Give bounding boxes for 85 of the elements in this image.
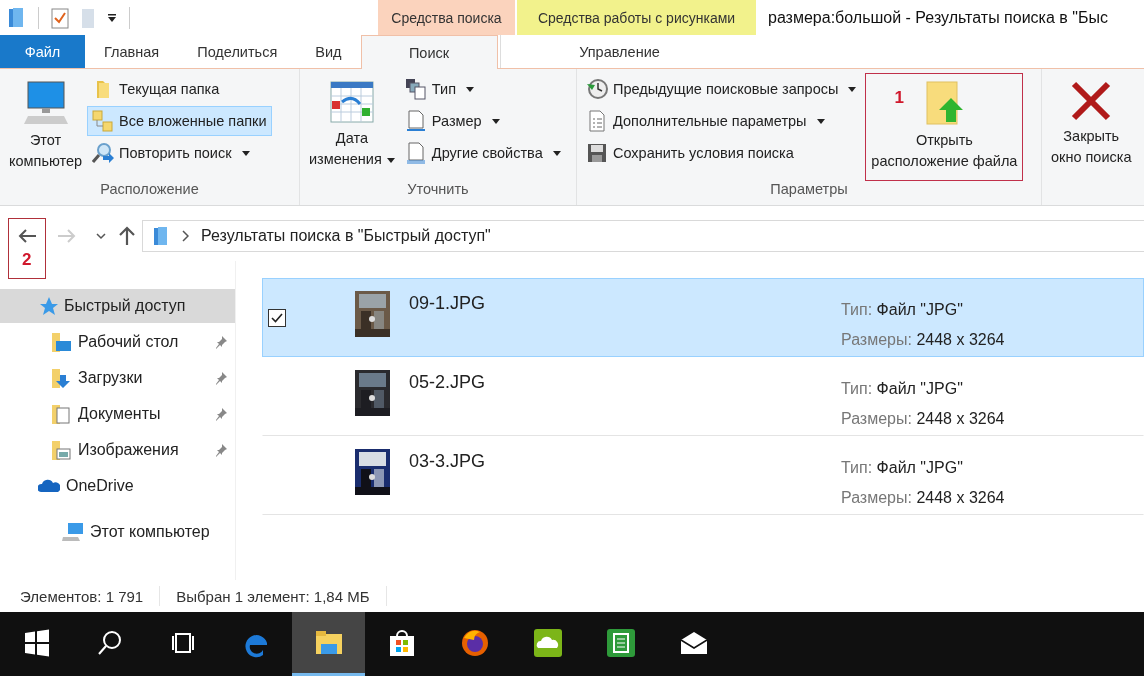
- properties-icon: [405, 142, 426, 164]
- file-name: 03-3.JPG: [409, 451, 487, 472]
- ribbon-button[interactable]: Другие свойства: [399, 138, 566, 168]
- ribbon-button[interactable]: Все вложенные папки: [87, 106, 272, 136]
- property-label: Тип:: [841, 459, 873, 476]
- computer-icon: [23, 80, 68, 126]
- nav-item[interactable]: OneDrive: [0, 469, 235, 503]
- computer-icon: [62, 522, 84, 542]
- folder-icon: [50, 403, 72, 425]
- file-name: 05-2.JPG: [409, 372, 487, 393]
- property-label: Размеры:: [841, 489, 912, 506]
- nav-item[interactable]: Документы: [0, 397, 235, 431]
- folder-icon: [50, 331, 72, 353]
- group-label: Уточнить: [406, 181, 470, 199]
- property-value: 2448 x 3264: [916, 410, 1005, 427]
- chevron-right-icon: [181, 230, 189, 242]
- context-tab-header: Средства поиска: [378, 0, 515, 35]
- property-label: Размеры:: [841, 331, 912, 348]
- ribbon-button[interactable]: Повторить поиск: [87, 138, 272, 168]
- ribbon-tab[interactable]: Поиск: [360, 35, 498, 69]
- property-value: 2448 x 3264: [916, 489, 1005, 506]
- checkbox[interactable]: [268, 309, 286, 327]
- ribbon-button[interactable]: Размер: [399, 106, 566, 136]
- cloud-app-icon[interactable]: [532, 627, 563, 658]
- property-value: Файл "JPG": [876, 380, 963, 397]
- save-icon: [587, 143, 607, 163]
- ribbon-button[interactable]: Этот компьютер: [4, 73, 88, 181]
- folder-icon: [50, 439, 72, 461]
- folder-arrow-icon: [923, 80, 966, 126]
- result-row[interactable]: 09-1.JPG Тип: Файл "JPG" Размеры: 2448 x 3264: [262, 278, 1144, 357]
- property-label: Размеры:: [841, 410, 912, 427]
- star-icon: [38, 296, 58, 316]
- file-name: 09-1.JPG: [409, 293, 487, 314]
- ribbon-button[interactable]: Текущая папка: [87, 74, 272, 104]
- ribbon-tab[interactable]: Файл: [0, 35, 85, 68]
- forward-arrow-icon: [57, 228, 77, 244]
- chevron-down-icon[interactable]: [96, 232, 106, 240]
- explorer-icon: [8, 6, 26, 29]
- status-text: Элементов: 1 791: [20, 587, 144, 605]
- nav-item[interactable]: Рабочий стол: [0, 325, 235, 359]
- group-label: Расположение: [99, 181, 200, 199]
- clock-icon: [586, 78, 608, 100]
- size-icon: [405, 110, 426, 132]
- close-icon: [1070, 80, 1113, 122]
- cloud-icon: [38, 479, 60, 493]
- status-text: Выбран 1 элемент: 1,84 МБ: [176, 587, 370, 605]
- up-arrow-icon[interactable]: [118, 226, 136, 246]
- nav-item[interactable]: Быстрый доступ: [0, 289, 235, 323]
- annotation-frame: [8, 218, 46, 279]
- address-path: Результаты поиска в "Быстрый доступ": [201, 227, 491, 245]
- subfolders-icon: [92, 110, 115, 132]
- calendar-icon: [328, 80, 375, 124]
- search-again-icon: [92, 142, 115, 164]
- ribbon-button[interactable]: 1 Открыть расположение файла: [865, 73, 1024, 181]
- annotation-number: 2: [22, 250, 32, 270]
- ribbon-button[interactable]: Предыдущие поисковые запросы: [581, 74, 862, 104]
- ribbon-button[interactable]: Тип: [399, 74, 566, 104]
- options-icon: [588, 110, 606, 132]
- customize-icon[interactable]: [107, 12, 117, 23]
- group-label: Параметры: [769, 181, 849, 199]
- annotation-number: 1: [894, 88, 904, 108]
- file-type-icon: [404, 78, 427, 100]
- back-arrow-icon: [17, 228, 37, 244]
- property-value: 2448 x 3264: [916, 331, 1005, 348]
- property-value: Файл "JPG": [876, 459, 963, 476]
- window-title: размера:большой - Результаты поиска в "Быс: [767, 7, 1108, 28]
- address-bar[interactable]: Результаты поиска в "Быстрый доступ": [142, 220, 1144, 252]
- nav-item[interactable]: Этот компьютер: [0, 515, 235, 549]
- ribbon-button[interactable]: Дата изменения: [304, 73, 400, 181]
- ribbon-button[interactable]: Сохранить условия поиска: [581, 138, 862, 168]
- notebook-icon[interactable]: [605, 627, 636, 658]
- ribbon-button[interactable]: Закрыть окно поиска: [1046, 73, 1137, 181]
- ribbon-button[interactable]: Дополнительные параметры: [581, 106, 862, 136]
- folder-icon: [50, 367, 72, 389]
- result-row[interactable]: 05-2.JPG Тип: Файл "JPG" Размеры: 2448 x 3264: [262, 357, 1144, 436]
- property-label: Тип:: [841, 380, 873, 397]
- properties-icon[interactable]: [51, 6, 69, 29]
- explorer-icon: [153, 226, 169, 246]
- nav-item[interactable]: Изображения: [0, 433, 235, 467]
- context-tab-header: Средства работы с рисунками: [517, 0, 756, 35]
- nav-item[interactable]: Загрузки: [0, 361, 235, 395]
- taskbar-button[interactable]: [292, 612, 365, 676]
- property-value: Файл "JPG": [876, 301, 963, 318]
- result-row[interactable]: 03-3.JPG Тип: Файл "JPG" Размеры: 2448 x 3264: [262, 436, 1144, 515]
- property-label: Тип:: [841, 301, 873, 318]
